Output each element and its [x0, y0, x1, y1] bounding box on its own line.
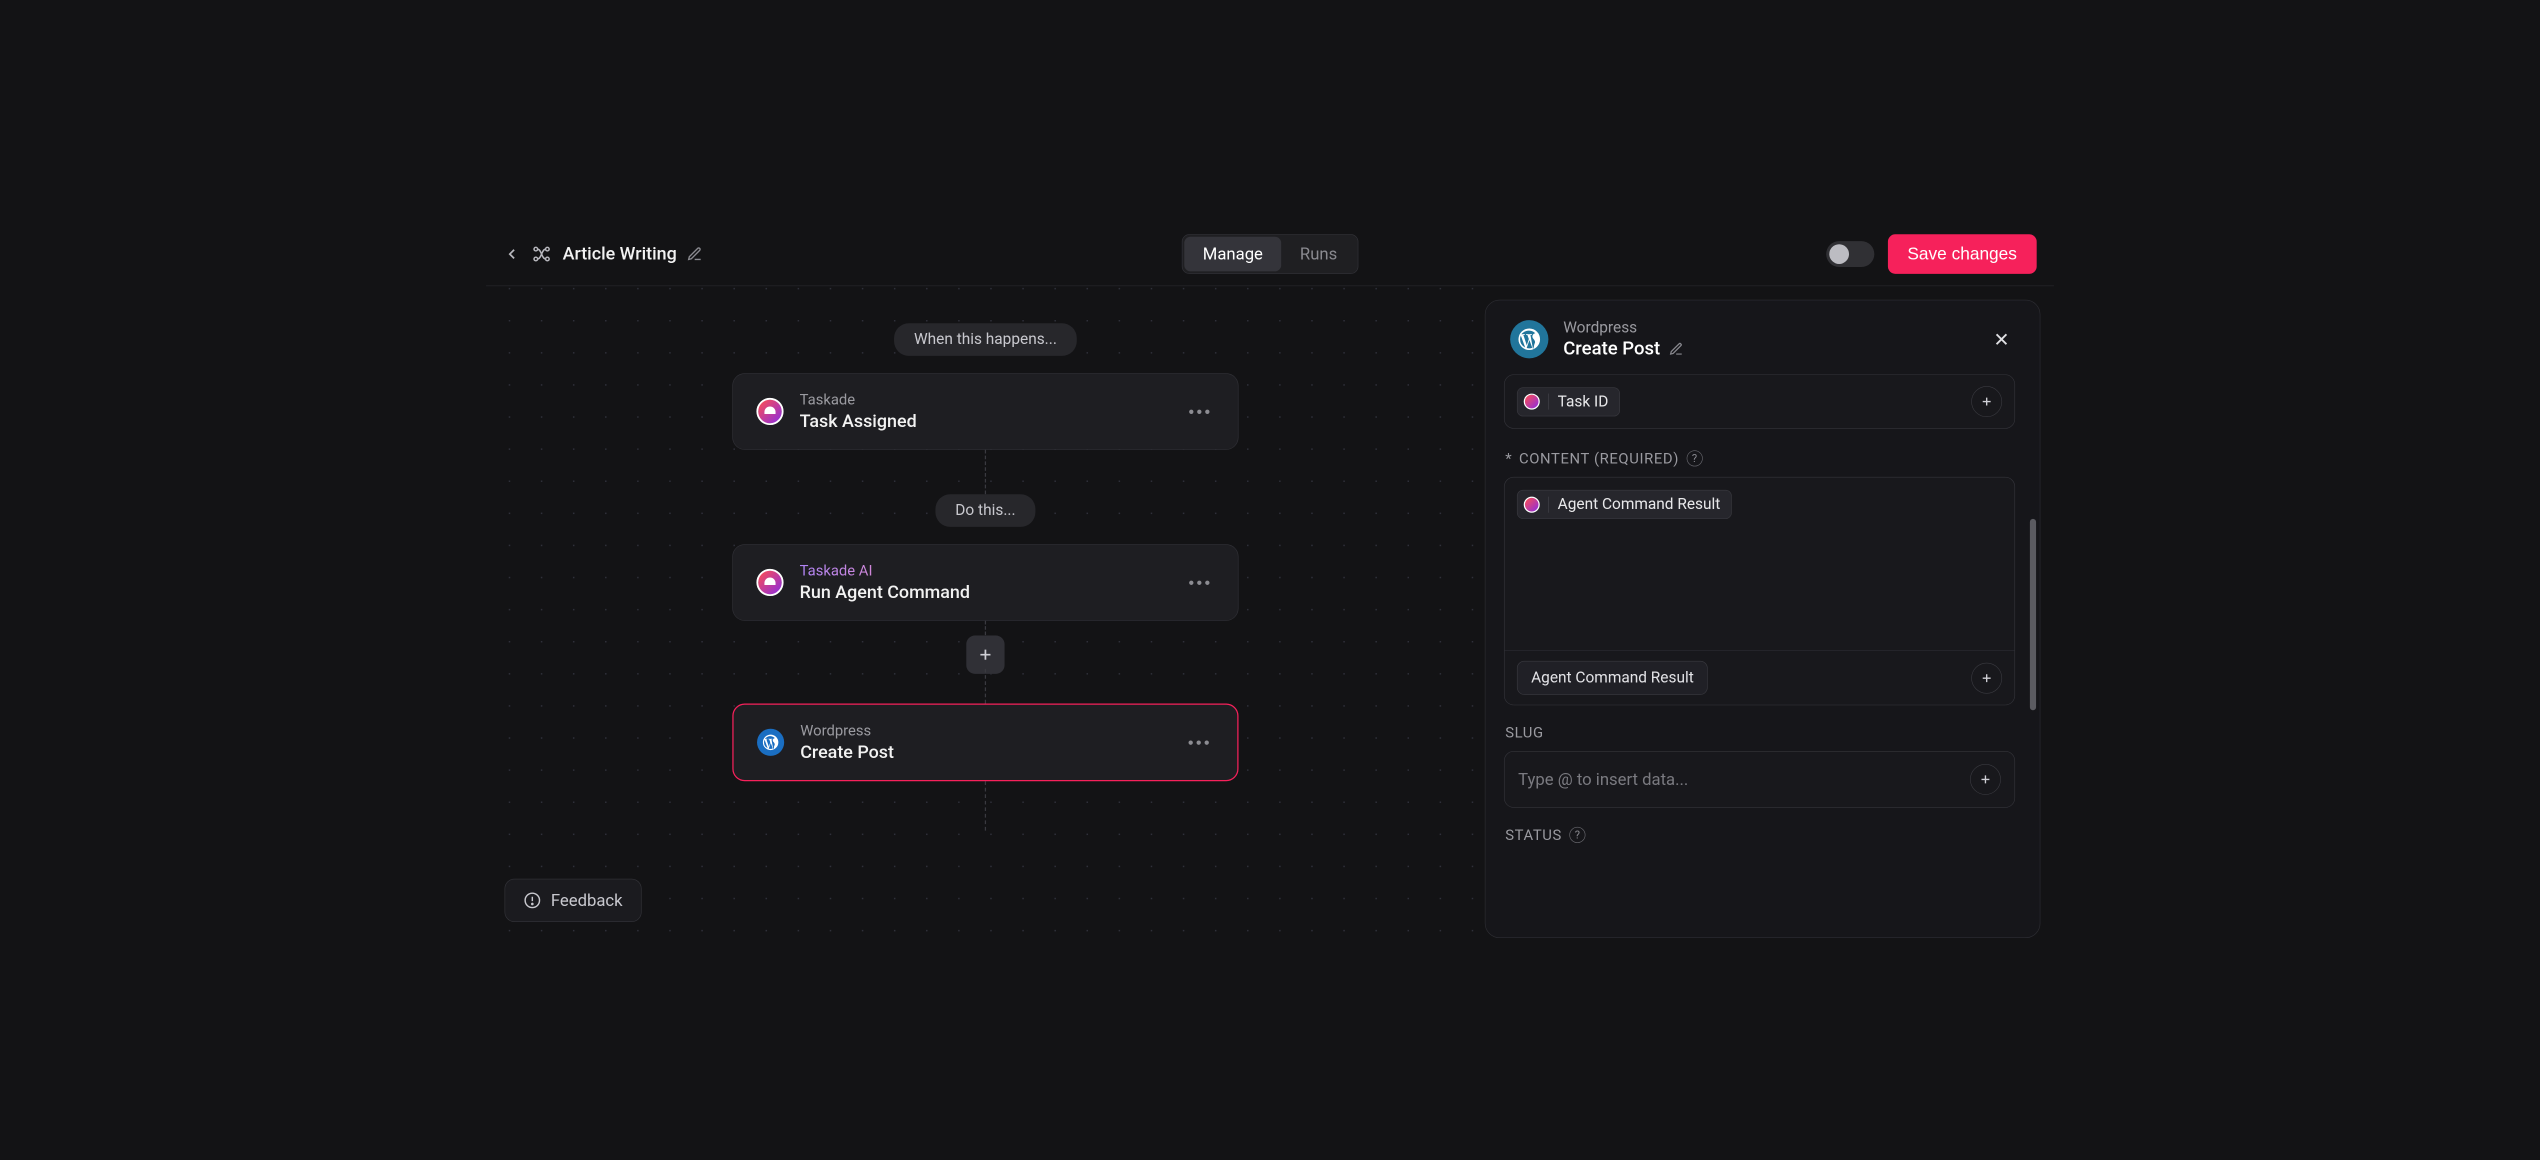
- node-more-button[interactable]: [1184, 404, 1214, 418]
- content-suggestion-chip[interactable]: Agent Command Result: [1517, 661, 1708, 695]
- edit-title-icon[interactable]: [687, 246, 703, 262]
- slug-field[interactable]: Type @ to insert data...: [1504, 751, 2015, 808]
- slug-label: SLUG: [1505, 724, 1544, 741]
- connector: [985, 450, 986, 494]
- node-title: Create Post: [800, 742, 894, 763]
- tab-manage[interactable]: Manage: [1184, 236, 1281, 271]
- taskid-field[interactable]: Task ID: [1504, 374, 2015, 428]
- node-more-button[interactable]: [1184, 575, 1214, 589]
- view-tabs: Manage Runs: [1182, 234, 1358, 274]
- taskade-icon: [1524, 394, 1540, 410]
- slug-placeholder: Type @ to insert data...: [1518, 770, 1688, 790]
- edit-action-icon[interactable]: [1669, 341, 1684, 356]
- panel-app-label: Wordpress: [1563, 319, 1683, 337]
- chip-label: Agent Command Result: [1558, 495, 1721, 513]
- content-chip[interactable]: Agent Command Result: [1517, 490, 1732, 519]
- node-run-agent-command[interactable]: Taskade AI Run Agent Command: [732, 544, 1238, 621]
- add-variable-button[interactable]: [1971, 662, 2002, 693]
- wordpress-icon: [1510, 320, 1548, 358]
- add-variable-button[interactable]: [1970, 764, 2001, 795]
- taskade-icon: [756, 398, 783, 425]
- required-asterisk: *: [1505, 450, 1511, 467]
- feedback-label: Feedback: [551, 891, 623, 911]
- node-task-assigned[interactable]: Taskade Task Assigned: [732, 373, 1238, 450]
- node-app-label: Taskade: [800, 391, 917, 408]
- help-icon[interactable]: ?: [1686, 450, 1702, 466]
- enable-toggle[interactable]: [1826, 241, 1874, 267]
- feedback-button[interactable]: Feedback: [505, 879, 642, 922]
- node-app-label: Taskade AI: [800, 562, 970, 579]
- action-section-label: Do this...: [936, 494, 1036, 527]
- taskid-chip[interactable]: Task ID: [1517, 387, 1620, 416]
- details-panel: Wordpress Create Post Task ID: [1485, 300, 2041, 938]
- add-variable-button[interactable]: [1971, 386, 2002, 417]
- node-title: Run Agent Command: [800, 582, 970, 603]
- workflow-icon: [532, 244, 552, 264]
- save-button[interactable]: Save changes: [1888, 234, 2037, 274]
- trigger-section-label: When this happens...: [894, 323, 1076, 356]
- status-label: STATUS: [1505, 826, 1562, 843]
- chip-label: Task ID: [1558, 393, 1609, 411]
- page-title: Article Writing: [563, 243, 677, 264]
- connector: [985, 669, 986, 704]
- node-create-post[interactable]: Wordpress Create Post: [732, 703, 1238, 781]
- tab-runs[interactable]: Runs: [1281, 236, 1355, 271]
- header: Article Writing Manage Runs Save changes: [486, 222, 2054, 286]
- content-field[interactable]: Agent Command Result Agent Command Resul…: [1504, 477, 2015, 705]
- node-title: Task Assigned: [800, 411, 917, 432]
- node-more-button[interactable]: [1184, 735, 1214, 749]
- workflow-canvas[interactable]: When this happens... Taskade Task Assign…: [486, 286, 1485, 938]
- scrollbar-thumb[interactable]: [2030, 519, 2036, 710]
- content-label: CONTENT (REQUIRED): [1519, 450, 1679, 467]
- close-panel-button[interactable]: [1988, 326, 2015, 353]
- panel-action-title: Create Post: [1563, 338, 1660, 360]
- taskade-icon: [756, 569, 783, 596]
- connector: [985, 781, 986, 830]
- wordpress-icon: [757, 729, 784, 756]
- taskade-icon: [1524, 496, 1540, 512]
- help-icon[interactable]: ?: [1569, 827, 1585, 843]
- node-app-label: Wordpress: [800, 722, 894, 739]
- back-button[interactable]: [503, 245, 520, 262]
